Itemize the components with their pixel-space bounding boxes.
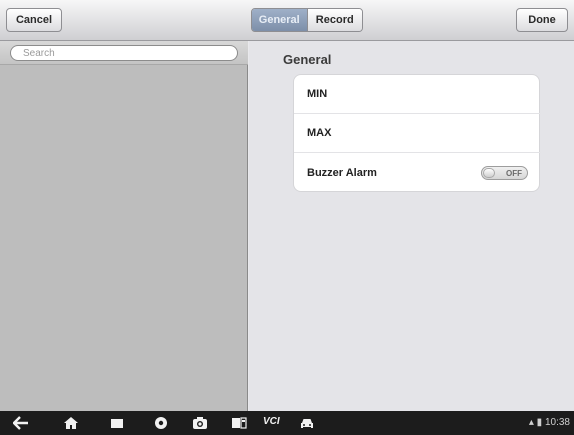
tab-general[interactable]: General (252, 9, 307, 31)
search-input[interactable] (10, 45, 238, 61)
setting-row-max[interactable]: MAX (294, 114, 541, 153)
settings-group: MIN MAX Buzzer Alarm OFF (293, 74, 541, 192)
setting-label: Buzzer Alarm (307, 166, 377, 179)
left-pane (0, 41, 248, 411)
signal-icon: ▴ ▮ (528, 417, 545, 428)
buzzer-alarm-toggle[interactable]: OFF (481, 166, 528, 180)
system-nav-bar: VCI ▴ ▮ 10:38 (0, 411, 574, 435)
recent-apps-icon[interactable] (109, 415, 125, 431)
toggle-knob (483, 168, 495, 178)
top-toolbar: Cancel General Record Done (0, 0, 574, 41)
setting-label: MIN (307, 88, 328, 100)
clock-time: 10:38 (544, 417, 570, 428)
camera-icon[interactable] (192, 415, 208, 431)
tab-record[interactable]: Record (306, 9, 362, 31)
status-clock: ▴ ▮ 10:38 (529, 417, 570, 428)
setting-row-min[interactable]: MIN (294, 75, 541, 114)
search-bar (0, 41, 248, 65)
tab-switcher: General Record (251, 8, 363, 32)
car-icon[interactable] (299, 415, 315, 431)
setting-label: MAX (307, 127, 332, 139)
home-icon[interactable] (63, 415, 79, 431)
back-icon[interactable] (13, 415, 29, 431)
browser-icon[interactable] (153, 415, 169, 431)
toggle-state-label: OFF (506, 168, 522, 178)
right-pane: General MIN MAX Buzzer Alarm OFF (249, 41, 574, 411)
cancel-button[interactable]: Cancel (6, 8, 62, 32)
section-title: General (283, 52, 332, 67)
done-button[interactable]: Done (516, 8, 568, 32)
setting-row-buzzer-alarm: Buzzer Alarm OFF (294, 153, 541, 192)
vci-icon[interactable]: VCI (263, 416, 280, 427)
display-icon[interactable] (231, 415, 247, 431)
